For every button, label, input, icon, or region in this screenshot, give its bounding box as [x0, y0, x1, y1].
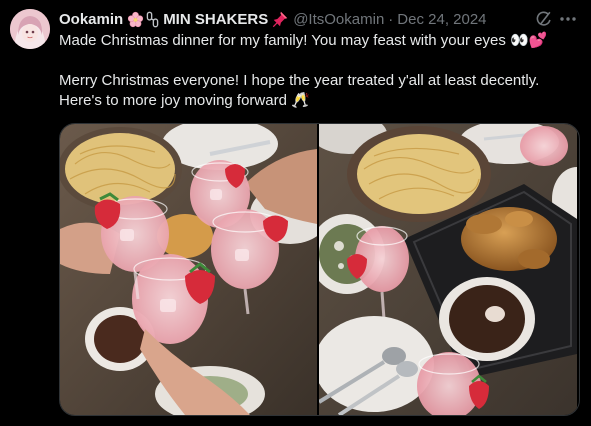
display-name[interactable]: Ookamin [59, 11, 123, 28]
tweet-text-line-3: Here's to more joy moving forward 🥂 [59, 92, 310, 109]
grok-icon[interactable] [535, 10, 553, 28]
avatar[interactable] [10, 9, 50, 49]
tweet-header: Ookamin MIN SHAKERS @ItsOokamin · Dec 24… [59, 9, 487, 29]
avatar-image [10, 9, 50, 49]
cherry-blossom-icon [128, 11, 144, 27]
tweet-text-line-2: Merry Christmas everyone! I hope the yea… [59, 72, 540, 89]
pushpin-icon [273, 11, 288, 28]
more-options-icon[interactable] [558, 10, 578, 28]
tweet-text: Made Christmas dinner for my family! You… [59, 31, 584, 111]
photo-table-right-image [319, 124, 577, 415]
chain-link-icon [146, 11, 159, 27]
photo-table-right[interactable] [319, 124, 577, 415]
name-emojis [127, 11, 160, 28]
user-handle[interactable]: @ItsOokamin [293, 11, 384, 28]
name-suffix[interactable]: MIN SHAKERS [163, 11, 268, 28]
photo-toast-left-image [60, 124, 317, 415]
media-grid [59, 123, 580, 416]
tweet-text-line-1: Made Christmas dinner for my family! You… [59, 32, 548, 49]
photo-toast-left[interactable] [60, 124, 317, 415]
separator-dot: · [388, 10, 394, 28]
post-date[interactable]: Dec 24, 2024 [397, 11, 486, 28]
